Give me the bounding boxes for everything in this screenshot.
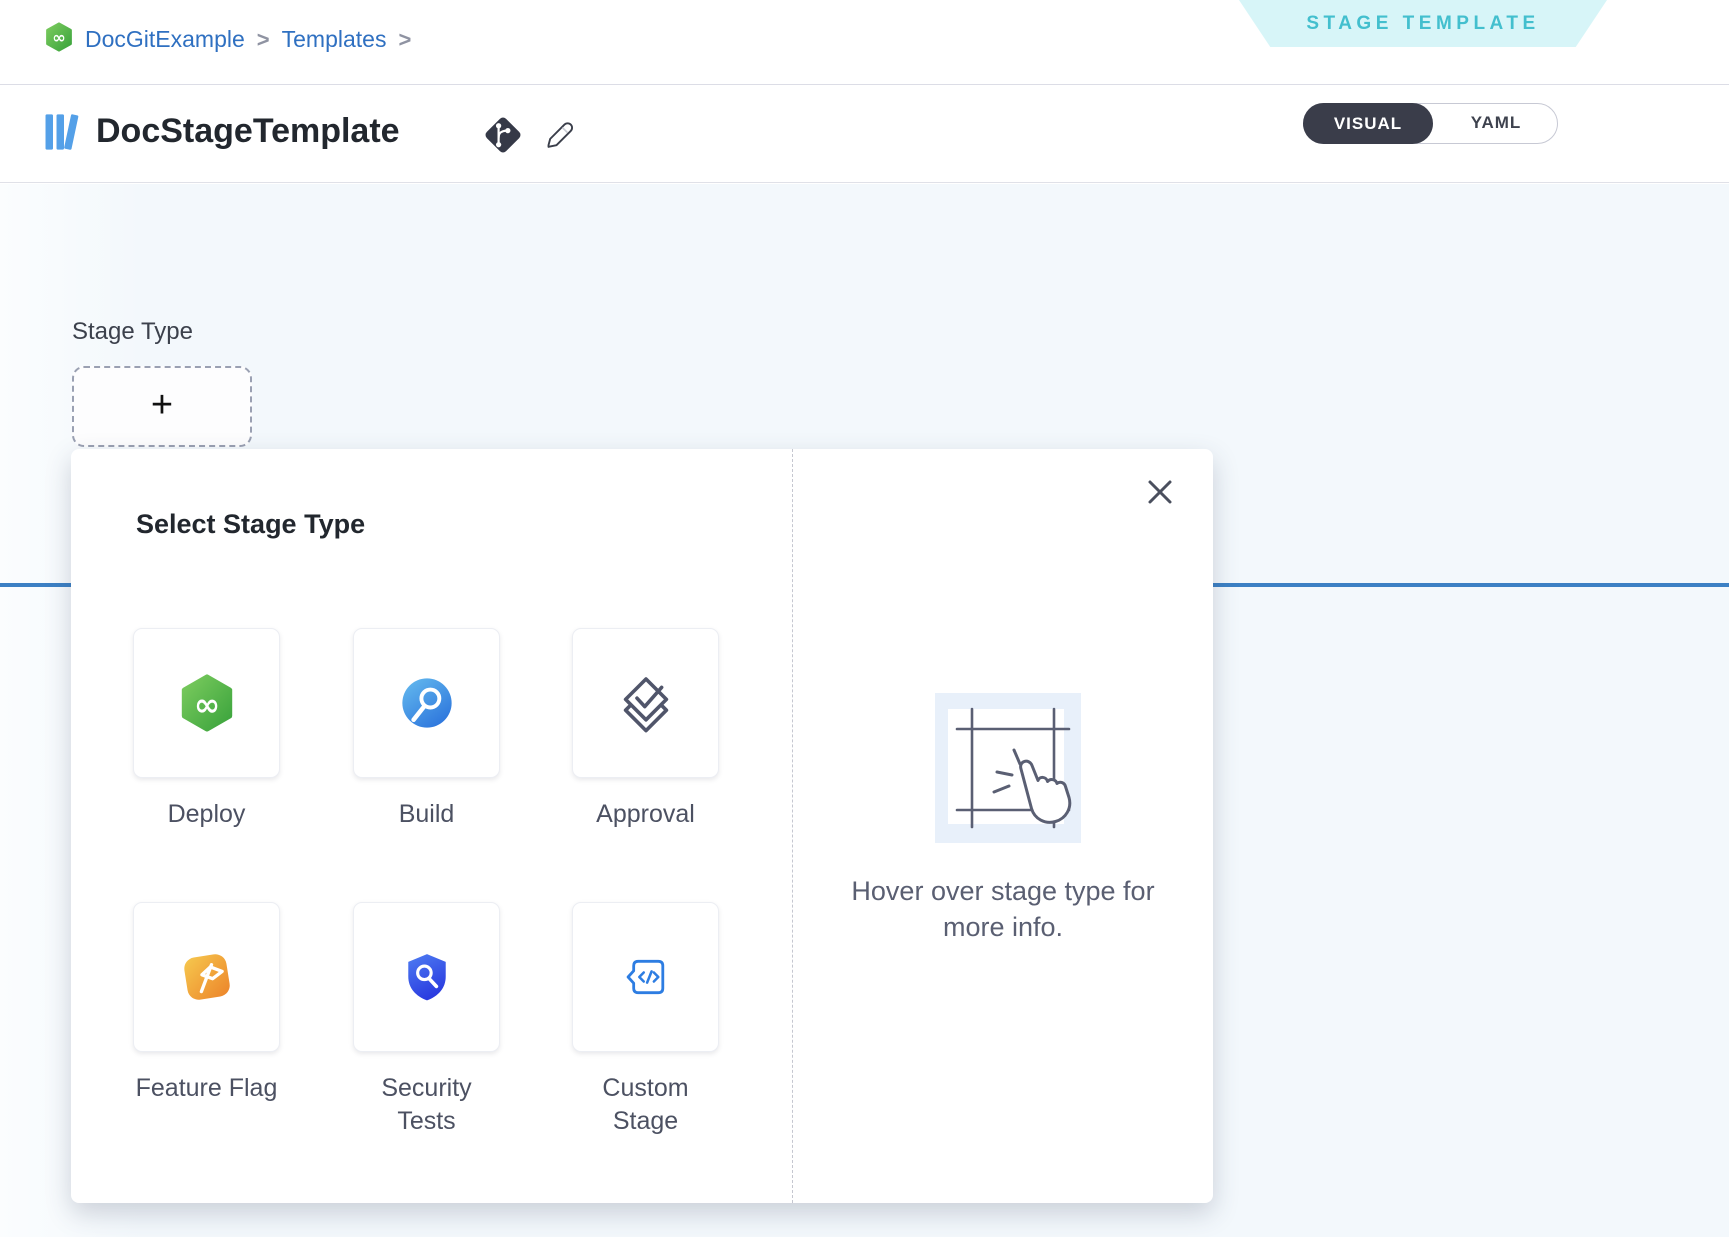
toggle-yaml-button[interactable]: YAML	[1433, 104, 1559, 142]
stage-card-label: Build	[353, 798, 500, 831]
toggle-yaml-label: YAML	[1471, 113, 1522, 133]
harness-hexagon-icon: ∞	[45, 22, 73, 57]
breadcrumb-project-link[interactable]: DocGitExample	[85, 26, 245, 53]
visual-yaml-toggle: VISUAL YAML	[1303, 103, 1558, 144]
stage-card-label: Approval	[572, 798, 719, 831]
security-shield-search-icon	[401, 949, 453, 1005]
approval-check-diamonds-icon	[616, 673, 676, 733]
breadcrumb-templates-link[interactable]: Templates	[282, 26, 387, 53]
breadcrumb: ∞ DocGitExample > Templates >	[45, 22, 411, 57]
hover-hint-text: Hover over stage type for more info.	[817, 873, 1189, 945]
security-tests-card[interactable]	[353, 902, 500, 1052]
breadcrumb-separator: >	[257, 27, 270, 53]
stage-template-badge: STAGE TEMPLATE	[1239, 0, 1607, 47]
breadcrumb-bar: ∞ DocGitExample > Templates > STAGE TEMP…	[0, 0, 1729, 85]
close-icon[interactable]	[1143, 475, 1177, 509]
feature-flag-icon	[179, 949, 235, 1005]
popover-title: Select Stage Type	[136, 509, 365, 540]
plus-icon: +	[151, 386, 173, 424]
stage-type-security-tests: Security Tests	[353, 902, 500, 1138]
add-stage-button[interactable]: +	[72, 366, 252, 447]
svg-text:∞: ∞	[52, 28, 66, 47]
stage-type-build: Build	[353, 628, 500, 831]
stage-card-label: Security Tests	[353, 1072, 500, 1138]
stage-template-badge-label: STAGE TEMPLATE	[1306, 13, 1539, 35]
approval-card[interactable]	[572, 628, 719, 778]
stage-type-deploy: ∞ Deploy	[133, 628, 280, 831]
custom-stage-code-icon	[618, 949, 674, 1005]
stage-type-approval: Approval	[572, 628, 719, 831]
select-stage-type-popover: Select Stage Type ∞	[71, 449, 1213, 1203]
feature-flag-card[interactable]	[133, 902, 280, 1052]
stage-template-page: ∞ DocGitExample > Templates > STAGE TEMP…	[0, 0, 1729, 1237]
stage-type-custom-stage: Custom Stage	[572, 902, 719, 1138]
toggle-visual-label: VISUAL	[1334, 114, 1402, 134]
stage-card-label: Deploy	[133, 798, 280, 831]
build-card[interactable]	[353, 628, 500, 778]
page-title: DocStageTemplate	[96, 112, 400, 151]
template-header: DocStageTemplate VISUAL YAML	[0, 86, 1729, 183]
deploy-card[interactable]: ∞	[133, 628, 280, 778]
build-circle-search-icon	[399, 675, 455, 731]
stage-type-label: Stage Type	[72, 318, 193, 346]
toggle-visual-button[interactable]: VISUAL	[1303, 103, 1433, 144]
deploy-hexagon-icon: ∞	[179, 674, 235, 732]
stage-card-label: Feature Flag	[133, 1072, 280, 1105]
svg-text:∞: ∞	[193, 687, 219, 723]
stage-type-feature-flag: Feature Flag	[133, 902, 280, 1105]
breadcrumb-separator: >	[398, 27, 411, 53]
popover-divider	[792, 449, 793, 1203]
custom-stage-card[interactable]	[572, 902, 719, 1052]
hover-cursor-frame-illustration	[935, 693, 1081, 843]
stage-card-label: Custom Stage	[572, 1072, 719, 1138]
